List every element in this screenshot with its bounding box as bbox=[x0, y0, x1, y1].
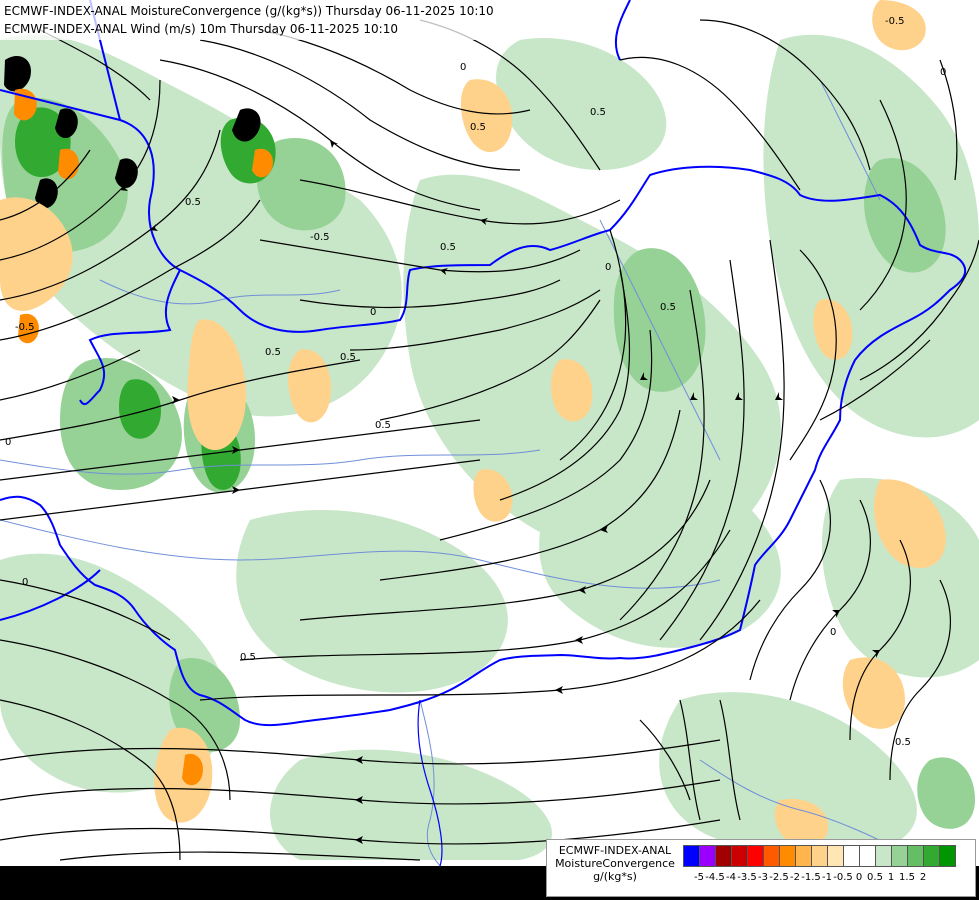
legend-swatch bbox=[811, 845, 828, 867]
contour-label: 0.5 bbox=[470, 122, 486, 133]
legend-tick-label: -3.5 bbox=[737, 872, 757, 883]
legend-tick-label: -2.5 bbox=[769, 872, 789, 883]
contour-label: -0.5 bbox=[15, 322, 35, 333]
contour-label: 0.5 bbox=[895, 737, 911, 748]
legend-swatch bbox=[763, 845, 780, 867]
contour-label: -0.5 bbox=[310, 232, 330, 243]
legend-unit: g/(kg*s) bbox=[593, 870, 637, 883]
moisture-convergence-title: ECMWF-INDEX-ANAL MoistureConvergence (g/… bbox=[4, 4, 494, 18]
legend-swatch bbox=[683, 845, 700, 867]
map-header: ECMWF-INDEX-ANAL MoistureConvergence (g/… bbox=[0, 0, 498, 40]
legend-swatch bbox=[939, 845, 956, 867]
legend-swatch bbox=[731, 845, 748, 867]
legend-swatch bbox=[715, 845, 732, 867]
legend-swatch bbox=[779, 845, 796, 867]
legend-swatch bbox=[795, 845, 812, 867]
contour-label: 0.5 bbox=[185, 197, 201, 208]
legend-tick-label: -5 bbox=[694, 872, 704, 883]
contour-label: 0.5 bbox=[265, 347, 281, 358]
legend-tick-label: 0 bbox=[855, 872, 863, 883]
legend-swatch bbox=[827, 845, 844, 867]
contour-label: 0.5 bbox=[375, 420, 391, 431]
legend-swatches bbox=[683, 845, 956, 867]
legend-tick-label: -2 bbox=[790, 872, 800, 883]
contour-label: 0.5 bbox=[590, 107, 606, 118]
contour-label: 0 bbox=[5, 437, 11, 448]
contour-label: 0.5 bbox=[440, 242, 456, 253]
contour-label: 0.5 bbox=[660, 302, 676, 313]
legend-tick-label: -1 bbox=[822, 872, 832, 883]
legend-swatch bbox=[747, 845, 764, 867]
legend-variable-name: MoistureConvergence bbox=[555, 857, 675, 870]
legend-swatch bbox=[875, 845, 892, 867]
legend-swatch bbox=[907, 845, 924, 867]
contour-label: 0 bbox=[460, 62, 466, 73]
contour-label: 0 bbox=[940, 67, 946, 78]
legend-tick-label: -1.5 bbox=[801, 872, 821, 883]
legend-tick-label: -4 bbox=[726, 872, 736, 883]
legend-tick-label: -4.5 bbox=[705, 872, 725, 883]
legend-swatch bbox=[923, 845, 940, 867]
contour-label: 0 bbox=[22, 577, 28, 588]
contour-label: 0 bbox=[605, 262, 611, 273]
legend-tick-label: 1 bbox=[887, 872, 895, 883]
legend-tick-label: 0.5 bbox=[867, 872, 883, 883]
legend-swatch bbox=[843, 845, 860, 867]
legend-tick-label: 1.5 bbox=[899, 872, 915, 883]
color-legend: ECMWF-INDEX-ANAL MoistureConvergence g/(… bbox=[546, 839, 976, 897]
contour-label: 0.5 bbox=[240, 652, 256, 663]
weather-map: 0.5 0.5 0.5 0.5 0.5 0.5 0.5 0.5 0.5 0.5 … bbox=[0, 0, 979, 900]
contour-label: 0 bbox=[370, 307, 376, 318]
legend-tick-label: -0.5 bbox=[833, 872, 853, 883]
legend-model-name: ECMWF-INDEX-ANAL bbox=[558, 844, 672, 857]
legend-tick-label: -3 bbox=[758, 872, 768, 883]
contour-label: -0.5 bbox=[885, 16, 905, 27]
legend-swatch bbox=[891, 845, 908, 867]
legend-ticks: -5 -4.5 -4 -3.5 -3 -2.5 -2 -1.5 -1 -0.5 0 0.5 1 1.5 2 bbox=[683, 872, 973, 888]
contour-label: 0 bbox=[830, 627, 836, 638]
contour-label: 0.5 bbox=[340, 352, 356, 363]
legend-swatch bbox=[699, 845, 716, 867]
legend-swatch bbox=[859, 845, 876, 867]
wind-title: ECMWF-INDEX-ANAL Wind (m/s) 10m Thursday… bbox=[4, 22, 398, 36]
legend-tick-label: 2 bbox=[919, 872, 927, 883]
legend-title: ECMWF-INDEX-ANAL MoistureConvergence g/(… bbox=[549, 844, 681, 883]
